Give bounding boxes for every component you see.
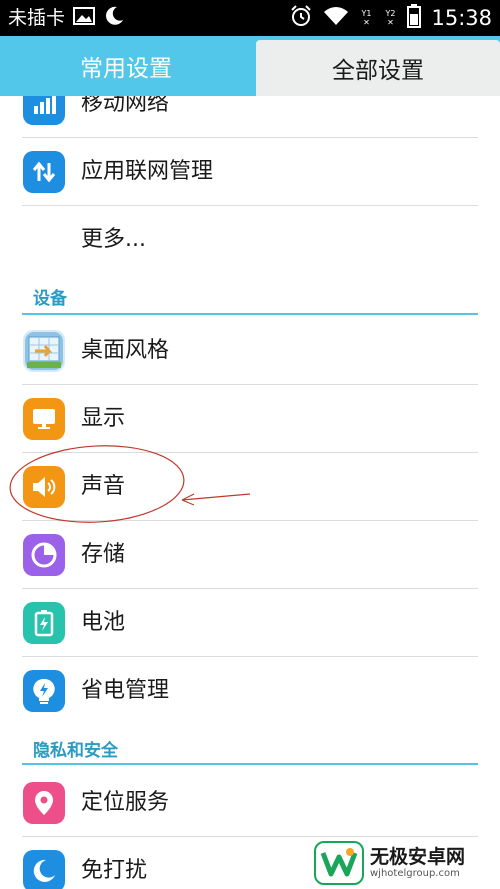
settings-item-label: 电池 — [81, 610, 126, 635]
watermark-url: wjhotelgroup.com — [370, 868, 460, 879]
clock: 15:38 — [431, 6, 492, 30]
sim1-status: Y1 ✕ — [361, 9, 372, 27]
carrier-label: 未插卡 — [8, 7, 66, 29]
section-title: 隐私和安全 — [33, 741, 118, 761]
settings-item-sound[interactable]: 声音 — [0, 453, 500, 521]
watermark: 无极安卓网 wjhotelgroup.com — [314, 840, 465, 886]
watermark-logo-icon — [314, 841, 364, 885]
image-icon — [73, 7, 96, 29]
settings-item-battery[interactable]: 电池 — [0, 589, 500, 657]
settings-item-storage[interactable]: 存储 — [0, 521, 500, 589]
settings-tab-bar: 常用设置 全部设置 — [0, 36, 500, 96]
settings-item-label: 免打扰 — [81, 858, 148, 883]
settings-item-label: 定位服务 — [81, 790, 170, 815]
settings-item-label: 显示 — [81, 406, 126, 431]
settings-item-label: 更多... — [81, 227, 146, 252]
section-divider — [22, 313, 478, 315]
settings-item-label: 存储 — [81, 542, 126, 567]
settings-item-mobile-network[interactable]: 移动网络 — [0, 96, 500, 138]
section-divider — [22, 763, 478, 765]
settings-list[interactable]: 移动网络 应用联网管理 更多... 设备 桌面风格 显示 声音 存储 电池 省电… — [0, 96, 500, 889]
tab-all-settings[interactable]: 全部设置 — [256, 40, 500, 96]
settings-item-label: 省电管理 — [81, 678, 170, 703]
section-header-privacy: 隐私和安全 — [0, 725, 500, 766]
display-icon — [23, 398, 65, 440]
sim2-status: Y2 ✕ — [385, 9, 396, 27]
settings-item-label: 移动网络 — [81, 96, 170, 116]
moon-icon — [103, 5, 125, 31]
power-saving-icon — [23, 670, 65, 712]
settings-item-label: 应用联网管理 — [81, 159, 214, 184]
status-bar: 未插卡 Y1 ✕ Y2 ✕ 15:38 — [0, 0, 500, 36]
settings-item-label: 桌面风格 — [81, 338, 170, 363]
settings-item-more[interactable]: 更多... — [0, 206, 500, 274]
section-header-device: 设备 — [0, 274, 500, 316]
app-network-icon — [23, 151, 65, 193]
section-title: 设备 — [33, 289, 67, 309]
tab-common-settings[interactable]: 常用设置 — [0, 36, 252, 96]
settings-item-label: 声音 — [81, 474, 126, 499]
settings-item-location[interactable]: 定位服务 — [0, 769, 500, 837]
battery-settings-icon — [23, 602, 65, 644]
battery-icon — [407, 4, 422, 32]
watermark-name: 无极安卓网 — [370, 846, 466, 868]
mobile-network-icon — [23, 96, 65, 125]
settings-item-app-network[interactable]: 应用联网管理 — [0, 138, 500, 206]
settings-item-display[interactable]: 显示 — [0, 385, 500, 453]
wifi-icon — [323, 6, 349, 30]
settings-item-power-saving[interactable]: 省电管理 — [0, 657, 500, 725]
do-not-disturb-icon — [23, 850, 65, 889]
sound-icon — [23, 466, 65, 508]
storage-icon — [23, 534, 65, 576]
alarm-icon — [289, 4, 313, 32]
settings-item-desktop-style[interactable]: 桌面风格 — [0, 317, 500, 385]
location-icon — [23, 782, 65, 824]
desktop-style-icon — [23, 330, 65, 372]
